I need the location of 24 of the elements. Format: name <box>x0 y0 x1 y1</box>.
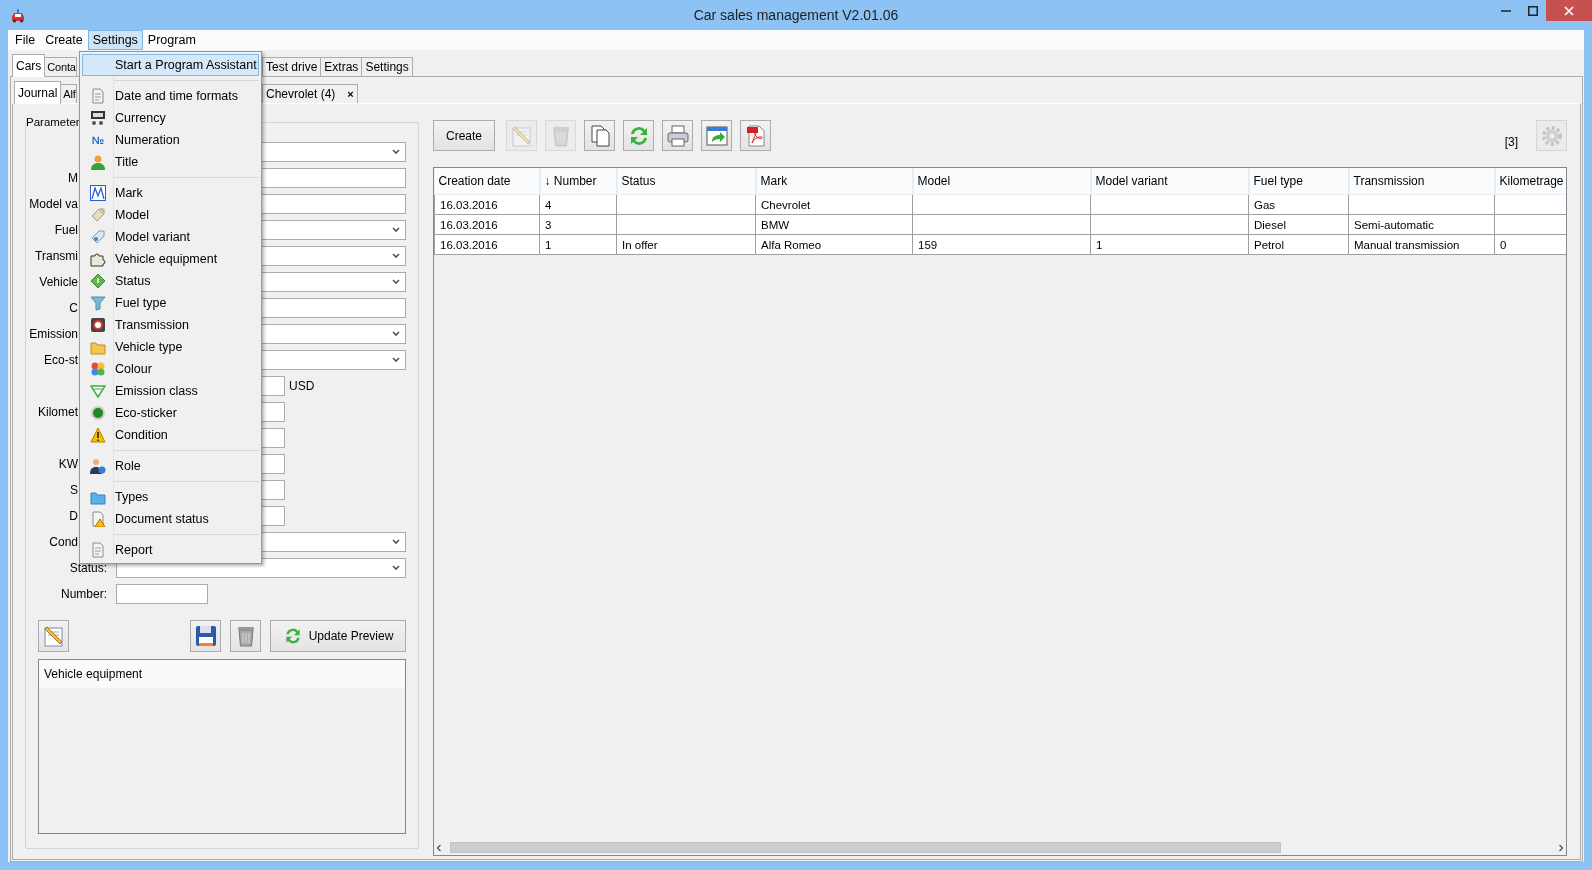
field-label: Eco-st <box>44 353 78 367</box>
field-label: KW <box>58 457 78 471</box>
record-count: [3] <box>1504 135 1518 149</box>
list-header: Vehicle equipment <box>43 667 143 681</box>
unit-label: USD <box>289 379 315 393</box>
table-cell: 16.03.2016 <box>434 234 540 255</box>
field-label: S <box>70 483 78 497</box>
field-label: Transmi <box>35 249 78 263</box>
field-label: Emission <box>29 327 78 341</box>
number-sign-icon: № <box>91 134 105 146</box>
field-label: Kilomet <box>38 405 78 419</box>
field-label: Cond <box>49 535 78 549</box>
window-title: Car sales management V2.01.06 <box>693 7 899 23</box>
field-label: Number: <box>61 587 107 601</box>
table-cell: 16.03.2016 <box>434 214 540 235</box>
group-title: Parameter <box>26 116 80 128</box>
field-label: C <box>69 301 78 315</box>
field-label: M <box>68 171 78 185</box>
table-cell: 16.03.2016 <box>434 194 540 215</box>
field-label: Model va <box>29 197 78 211</box>
field-label: Status: <box>69 561 107 575</box>
field-label: Vehicle <box>39 275 78 289</box>
field-label: Fuel <box>54 223 78 237</box>
field-label: D <box>69 509 78 523</box>
